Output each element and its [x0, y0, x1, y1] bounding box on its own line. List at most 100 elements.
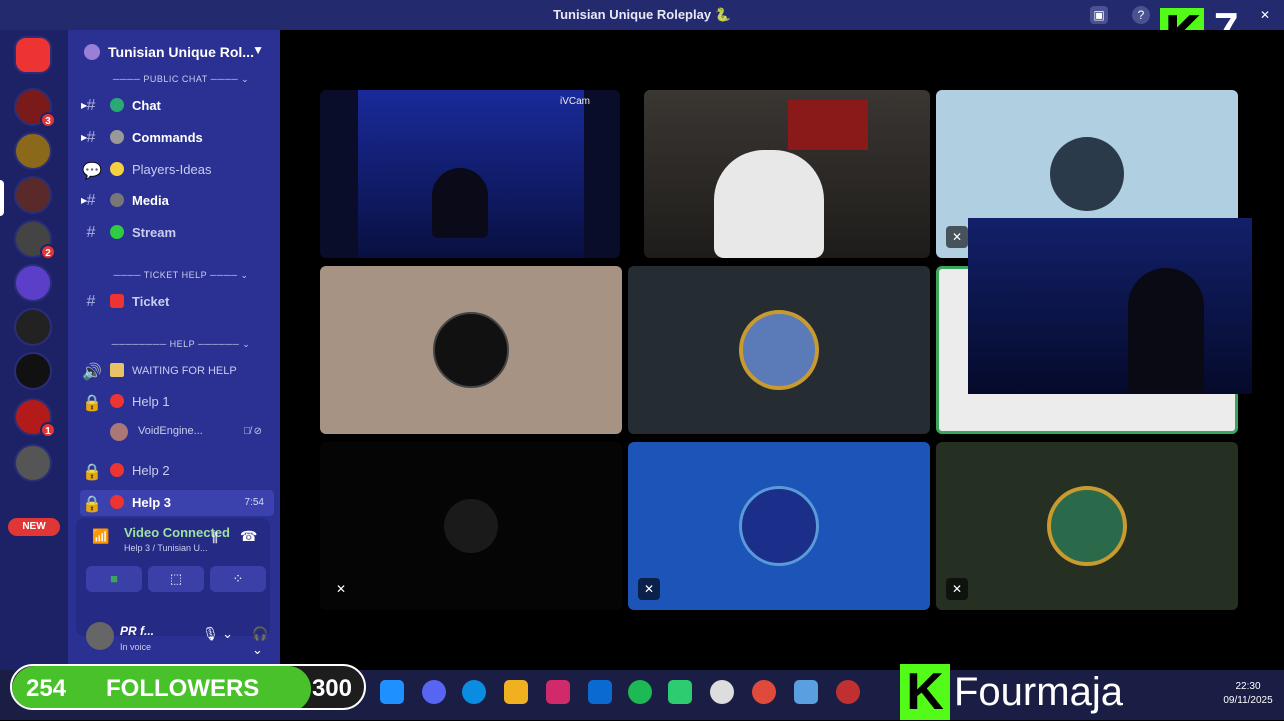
question-emoji-icon — [110, 495, 124, 509]
microphone-icon[interactable]: 🎙 ⌄ — [202, 626, 233, 642]
channel-ticket[interactable]: # Ticket — [80, 289, 274, 315]
store-taskbar-icon[interactable] — [546, 680, 570, 704]
camera-emoji-icon — [110, 193, 124, 207]
help-icon[interactable]: ? — [1132, 6, 1150, 24]
edge-taskbar-icon[interactable] — [462, 680, 486, 704]
headphones-icon[interactable]: 🎧 ⌄ — [252, 626, 280, 658]
channel-name: Commands — [132, 130, 203, 145]
forum-channel-icon: 💬 — [82, 163, 102, 180]
wall-flag — [788, 100, 868, 150]
noise-suppression-icon[interactable]: ⫼ — [212, 530, 218, 546]
channel-name: Stream — [132, 225, 177, 240]
channel-name: Players-Ideas — [132, 162, 212, 177]
avatar — [739, 310, 819, 390]
new-badge[interactable]: NEW — [8, 518, 60, 536]
spotify-taskbar-icon[interactable] — [628, 680, 652, 704]
channel-name: Ticket — [132, 294, 170, 309]
channel-players-ideas[interactable]: 💬 Players-Ideas — [80, 157, 274, 183]
discord-home-icon[interactable] — [14, 36, 52, 74]
server-icon[interactable] — [14, 264, 52, 302]
avatar — [1047, 486, 1127, 566]
channel-sidebar: Tunisian Unique Rol... ▼ ──── PUBLIC CHA… — [68, 30, 315, 670]
video-tile[interactable]: ✕ — [320, 442, 622, 610]
followers-goal: 300 — [311, 675, 352, 702]
clock-date: 09/11/2025 — [1223, 695, 1273, 706]
text-channel-icon: # — [86, 192, 96, 209]
server-icon[interactable]: 3 — [14, 88, 56, 128]
channel-chat[interactable]: ▶ # Chat — [80, 93, 274, 119]
app-taskbar-icon[interactable] — [668, 680, 692, 704]
activities-button[interactable]: ⁘ — [210, 566, 266, 592]
call-duration: 7:54 — [244, 497, 264, 508]
system-clock[interactable]: 22:30 09/11/2025 — [1218, 680, 1278, 708]
channel-stream[interactable]: # Stream — [80, 220, 274, 246]
file-explorer-icon[interactable] — [504, 680, 528, 704]
channel-help-2[interactable]: 🔒 Help 2 — [80, 458, 274, 484]
channel-name: Help 2 — [132, 463, 170, 478]
green-circle-emoji-icon — [110, 225, 124, 239]
server-icon-tunisian[interactable] — [14, 176, 52, 214]
channel-name: Chat — [132, 98, 161, 113]
server-boost-icon — [84, 44, 100, 60]
server-icon[interactable] — [14, 444, 52, 482]
participant-name: VoidEngine... — [138, 425, 203, 437]
server-icon[interactable]: 2 — [14, 220, 56, 260]
category-help[interactable]: ──────── HELP ────── ⌄ — [86, 339, 276, 350]
muted-icon: ✕ — [638, 578, 660, 600]
channel-help-3[interactable]: 🔒 Help 3 7:54 — [80, 490, 274, 516]
app-taskbar-icon[interactable] — [794, 680, 818, 704]
channel-commands[interactable]: ▶ # Commands — [80, 125, 274, 151]
screen-share-button[interactable]: ⬚ — [148, 566, 204, 592]
app-taskbar-icon[interactable] — [836, 680, 860, 704]
username: PR f... — [120, 624, 155, 638]
video-tile[interactable]: ✕ — [936, 442, 1238, 610]
ticket-emoji-icon — [110, 294, 124, 308]
camera-label: iVCam — [559, 96, 590, 107]
text-channel-icon: # — [86, 129, 96, 146]
followers-goal-widget: 254 FOLLOWERS 300 — [10, 664, 366, 710]
discord-taskbar-icon[interactable] — [422, 680, 446, 704]
chevron-down-icon: ▼ — [252, 43, 264, 57]
channel-waiting-for-help[interactable]: 🔊 WAITING FOR HELP — [80, 358, 274, 384]
category-public-chat[interactable]: ──── PUBLIC CHAT ──── ⌄ — [86, 74, 276, 85]
followers-label: FOLLOWERS — [106, 675, 260, 702]
lock-icon: 🔒 — [82, 464, 102, 481]
category-ticket-help[interactable]: ──── TICKET HELP ──── ⌄ — [86, 270, 276, 281]
channel-media[interactable]: ▶ # Media — [80, 188, 274, 214]
video-tile[interactable] — [644, 90, 930, 258]
windows-start-icon[interactable] — [380, 680, 404, 704]
robot-emoji-icon — [110, 130, 124, 144]
avatar[interactable] — [86, 622, 114, 650]
lock-icon: 🔒 — [82, 496, 102, 513]
muted-icon: ✕ — [335, 582, 347, 596]
server-icon[interactable] — [14, 308, 52, 346]
server-header[interactable]: Tunisian Unique Rol... ▼ — [68, 30, 280, 74]
close-icon[interactable]: ✕ — [1256, 6, 1274, 24]
voice-participant[interactable]: VoidEngine... 🎙̸ ⊘ — [80, 420, 274, 446]
signal-icon[interactable]: 📶 — [92, 528, 109, 545]
channel-name: Help 3 — [132, 495, 172, 510]
chrome-taskbar-icon[interactable] — [752, 680, 776, 704]
channel-name: WAITING FOR HELP — [132, 365, 237, 377]
server-rail: 3 2 1 NEW — [0, 30, 68, 670]
channel-help-1[interactable]: 🔒 Help 1 — [80, 389, 274, 415]
followers-current: 254 — [26, 675, 67, 702]
video-tile[interactable]: ✕ — [628, 442, 930, 610]
video-tile[interactable] — [320, 266, 622, 434]
category-label: HELP — [169, 339, 196, 349]
kick-logo: K — [900, 664, 950, 720]
voice-location[interactable]: Help 3 / Tunisian U... — [124, 543, 208, 553]
camera-button[interactable]: ■ — [86, 566, 142, 592]
avatar — [110, 423, 128, 441]
inbox-icon[interactable]: ▣ — [1090, 6, 1108, 24]
obs-taskbar-icon[interactable] — [710, 680, 734, 704]
server-icon[interactable] — [14, 352, 52, 390]
lock-icon: 🔒 — [82, 395, 102, 412]
server-icon[interactable]: 1 — [14, 398, 56, 438]
video-tile[interactable] — [628, 266, 930, 434]
outlook-taskbar-icon[interactable] — [588, 680, 612, 704]
server-icon[interactable] — [14, 132, 52, 170]
disconnect-icon[interactable]: ☎ — [240, 528, 257, 545]
video-tile[interactable]: iVCam — [320, 90, 620, 258]
category-label: TICKET HELP — [143, 270, 207, 280]
